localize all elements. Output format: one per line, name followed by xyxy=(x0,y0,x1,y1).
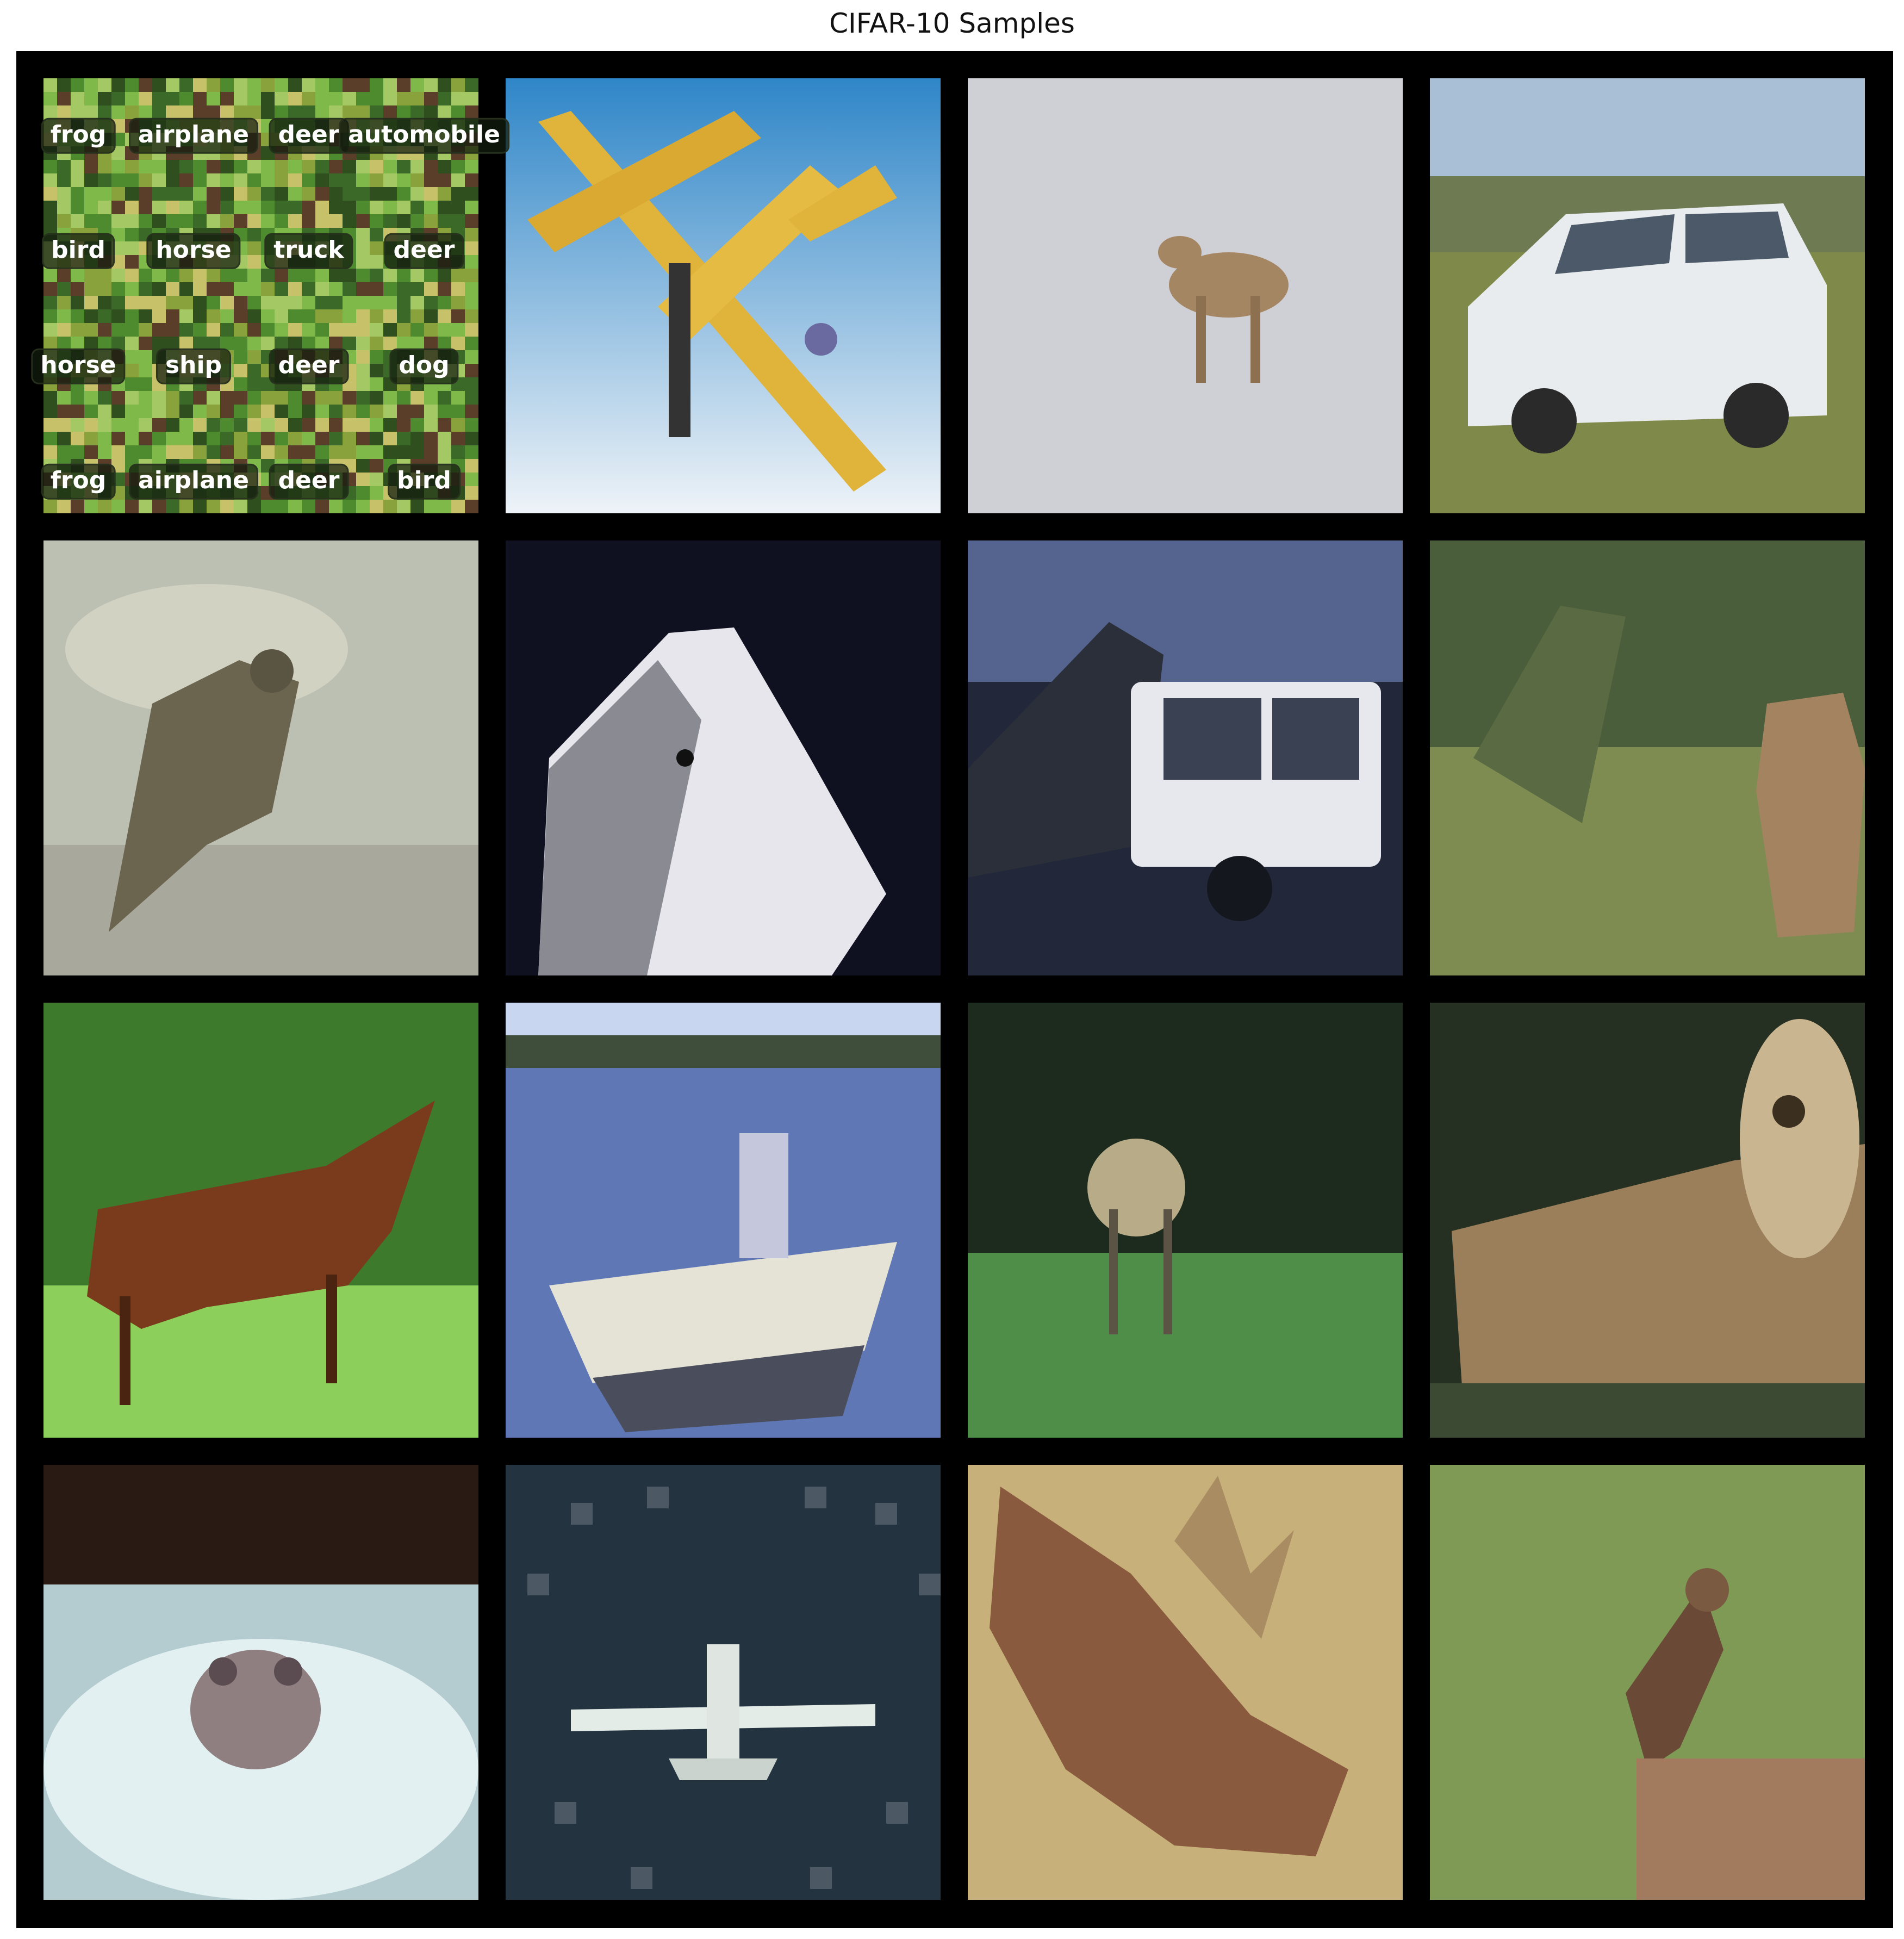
sample-image-art xyxy=(506,540,941,975)
sample-image-truck xyxy=(968,540,1403,975)
sample-image-frog xyxy=(43,1465,478,1900)
class-label-badge: deer xyxy=(269,348,349,385)
sample-image-ship xyxy=(506,1003,941,1438)
sample-image-art xyxy=(506,1003,941,1438)
class-label-badge: frog xyxy=(41,117,116,154)
sample-image-deer xyxy=(1430,540,1865,975)
sample-image-airplane xyxy=(506,1465,941,1900)
sample-image-art xyxy=(1430,1003,1865,1438)
sample-image-dog xyxy=(1430,1003,1865,1438)
sample-image-horse xyxy=(43,1003,478,1438)
class-label-badge: airplane xyxy=(129,463,258,500)
figure-title: CIFAR-10 Samples xyxy=(829,8,1075,39)
sample-image-art xyxy=(1430,540,1865,975)
sample-image-airplane xyxy=(506,78,941,513)
sample-image-art xyxy=(968,540,1403,975)
class-label-badge: deer xyxy=(384,233,464,270)
sample-image-art xyxy=(968,1465,1403,1900)
sample-image-art xyxy=(968,1003,1403,1438)
class-label-badge: deer xyxy=(269,117,349,154)
sample-image-horse xyxy=(506,540,941,975)
sample-image-art xyxy=(506,1465,941,1900)
sample-image-art xyxy=(1430,1465,1865,1900)
class-label-badge: truck xyxy=(264,233,353,270)
sample-image-deer xyxy=(968,1465,1403,1900)
sample-image-art xyxy=(506,78,941,513)
class-label-badge: deer xyxy=(269,463,349,500)
sample-image-automobile xyxy=(1430,78,1865,513)
sample-image-bird xyxy=(43,540,478,975)
sample-image-art xyxy=(43,1465,478,1900)
sample-image-art xyxy=(43,1003,478,1438)
sample-image-bird xyxy=(1430,1465,1865,1900)
sample-image-deer xyxy=(968,78,1403,513)
class-label-badge: automobile xyxy=(339,117,509,154)
class-label-badge: bird xyxy=(42,233,115,270)
class-label-badge: ship xyxy=(155,348,232,385)
sample-image-deer xyxy=(968,1003,1403,1438)
image-grid: frog airplane deer automobile bird horse truck… xyxy=(16,51,1893,1928)
sample-image-art xyxy=(43,540,478,975)
sample-image-art xyxy=(1430,78,1865,513)
class-label-badge: airplane xyxy=(129,117,258,154)
class-label-badge: horse xyxy=(146,233,241,270)
class-label-badge: dog xyxy=(389,348,459,385)
class-label-badge: bird xyxy=(388,463,461,500)
class-label-badge: horse xyxy=(31,348,126,385)
sample-image-art xyxy=(968,78,1403,513)
class-label-badge: frog xyxy=(41,463,116,500)
